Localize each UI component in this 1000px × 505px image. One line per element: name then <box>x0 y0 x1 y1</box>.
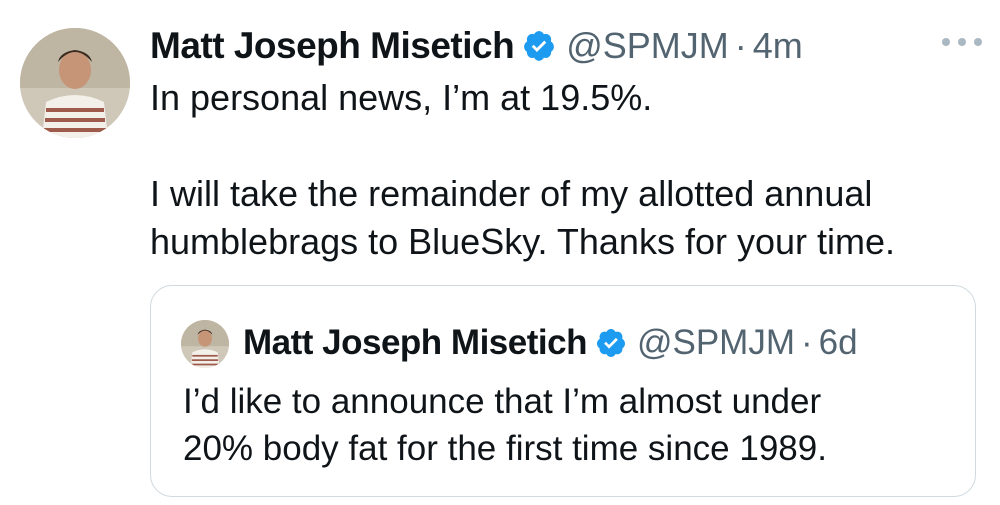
separator-dot: · <box>800 323 813 362</box>
author-handle[interactable]: @SPMJM <box>566 25 729 67</box>
verified-badge-icon <box>522 29 556 63</box>
more-horizontal-icon[interactable] <box>942 30 982 54</box>
quoted-author-handle: @SPMJM <box>636 323 795 362</box>
quoted-avatar <box>181 320 229 368</box>
separator-dot: · <box>734 25 747 66</box>
quoted-author-name: Matt Joseph Misetich <box>243 323 587 362</box>
tweet-text-line: I will take the remainder of my allotted… <box>150 173 873 214</box>
quoted-avatar-image <box>181 320 229 368</box>
quoted-text-line: I’d like to announce that I’m almost und… <box>183 382 822 421</box>
verified-badge-icon <box>595 327 627 359</box>
quoted-text-line: 20% body fat for the first time since 19… <box>183 429 827 468</box>
tweet-text-line: In personal news, I’m at 19.5%. <box>150 77 653 118</box>
tweet[interactable]: Matt Joseph Misetich @SPMJM · 4m In pers… <box>0 0 1000 505</box>
tweet-text-line: humblebrags to BlueSky. Thanks for your … <box>150 221 896 262</box>
tweet-header: Matt Joseph Misetich @SPMJM · 4m <box>150 22 803 70</box>
avatar-image <box>20 28 130 138</box>
quoted-tweet-text: I’d like to announce that I’m almost und… <box>183 378 953 472</box>
quoted-tweet-time: 6d <box>818 323 858 362</box>
quoted-tweet[interactable]: Matt Joseph Misetich @SPMJM · 6d I’d lik… <box>150 285 976 497</box>
avatar[interactable] <box>20 28 130 138</box>
author-name[interactable]: Matt Joseph Misetich <box>150 25 515 67</box>
tweet-text: In personal news, I’m at 19.5%. I will t… <box>150 74 970 266</box>
quoted-tweet-header: Matt Joseph Misetich @SPMJM · 6d <box>243 319 858 367</box>
tweet-time[interactable]: 4m <box>753 25 803 67</box>
